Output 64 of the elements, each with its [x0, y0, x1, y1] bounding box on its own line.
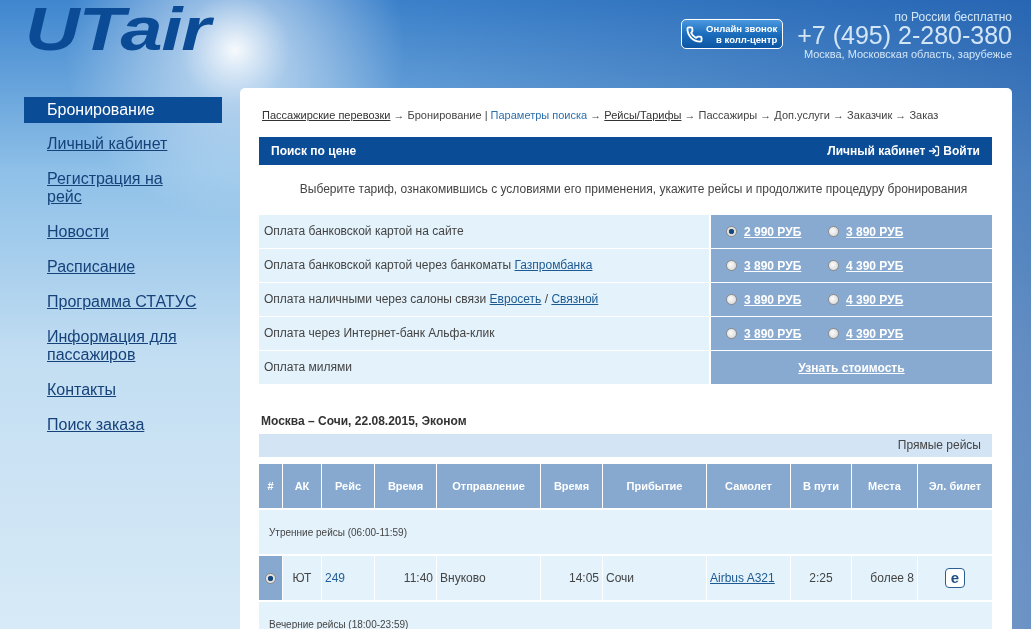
column-header: Время: [541, 464, 602, 508]
column-header: Места: [852, 464, 917, 508]
payment-method-cell: Оплата банковской картой на сайте: [259, 215, 709, 248]
sidebar-item[interactable]: Информация для пассажиров: [24, 328, 200, 364]
radio-button[interactable]: [726, 226, 737, 237]
column-header: Рейс: [322, 464, 374, 508]
column-header: В пути: [791, 464, 851, 508]
sidebar-item[interactable]: Поиск заказа: [24, 416, 145, 434]
login-icon: [928, 145, 941, 157]
sidebar-item[interactable]: Расписание: [24, 258, 136, 276]
route-title: Москва – Сочи, 22.08.2015, Эконом: [261, 414, 468, 428]
radio-button[interactable]: [265, 572, 276, 584]
phone-icon: [686, 25, 704, 43]
column-header: Эл. билет: [918, 464, 992, 508]
column-header: Прибытие: [603, 464, 706, 508]
radio-button[interactable]: [726, 328, 737, 339]
search-bar-title: Поиск по цене: [271, 144, 357, 158]
sidebar-item[interactable]: Контакты: [24, 381, 117, 399]
breadcrumb-link[interactable]: Рейсы/Тарифы: [604, 109, 682, 121]
table-cell: 249: [322, 556, 374, 600]
column-header: Время: [375, 464, 436, 508]
table-cell: более 8: [852, 556, 917, 600]
table-cell: 2:25: [791, 556, 851, 600]
aircraft-link[interactable]: Airbus A321: [710, 571, 775, 585]
instruction-text: Выберите тариф, ознакомившись с условиями его применения, укажите рейсы и продолжите процедуру бронирования: [298, 182, 969, 196]
callback-button[interactable]: Онлайн звонок в колл-центр: [681, 19, 784, 49]
radio-button[interactable]: [726, 260, 737, 271]
table-cell: ЮТ: [283, 556, 321, 600]
sidebar-item[interactable]: Программа СТАТУС: [24, 293, 197, 311]
table-cell: Внуково: [437, 556, 540, 600]
login-link[interactable]: Войти: [928, 144, 980, 158]
breadcrumb-link[interactable]: Параметры поиска: [490, 109, 588, 121]
payment-method-cell: Оплата наличными через салоны связи Евросеть / Связной: [259, 283, 709, 316]
sidebar-item[interactable]: Личный кабинет: [24, 135, 168, 153]
direct-flights-bar: Прямые рейсы: [259, 434, 992, 457]
account-link[interactable]: Личный кабинет: [827, 144, 926, 158]
table-cell: 11:40: [375, 556, 436, 600]
sidebar-item[interactable]: Новости: [24, 223, 109, 241]
time-group-row: Вечерние рейсы (18:00-23:59): [259, 602, 992, 629]
radio-button[interactable]: [828, 328, 839, 339]
phone-note: по России бесплатно: [894, 11, 1012, 23]
phone-region: Москва, Московская область, зарубежье: [803, 48, 1012, 61]
breadcrumb-trail: Пассажирские перевозки → Бронирование | Параметры поиска → Рейсы/Тарифы → Пассажиры → Доп.услуги → Заказчик → Заказ: [262, 108, 940, 122]
table-cell: 14:05: [541, 556, 602, 600]
column-header: Самолет: [707, 464, 790, 508]
time-group-row: Утренние рейсы (06:00-11:59): [259, 510, 992, 554]
sidebar-item[interactable]: Регистрация на рейс: [24, 170, 200, 206]
partner-link[interactable]: Евросеть: [489, 292, 542, 306]
partner-link[interactable]: Связной: [551, 292, 599, 306]
radio-button[interactable]: [828, 226, 839, 237]
radio-button[interactable]: [726, 294, 737, 305]
payment-method-cell: Оплата через Интернет-банк Альфа-клик: [259, 317, 709, 350]
partner-link[interactable]: Газпромбанка: [514, 258, 593, 272]
radio-button[interactable]: [828, 294, 839, 305]
table-cell: Сочи: [603, 556, 706, 600]
column-header: Отправление: [437, 464, 540, 508]
breadcrumb-link[interactable]: Пассажирские перевозки: [262, 109, 391, 121]
e-ticket-badge: e: [945, 568, 965, 588]
payment-method-cell: Оплата банковской картой через банкоматы Газпромбанка: [259, 249, 709, 282]
column-header: АК: [283, 464, 321, 508]
payment-method-cell: Оплата милями: [259, 351, 709, 384]
column-header: #: [259, 464, 282, 508]
sidebar-item[interactable]: Бронирование: [24, 97, 222, 123]
radio-button[interactable]: [828, 260, 839, 271]
